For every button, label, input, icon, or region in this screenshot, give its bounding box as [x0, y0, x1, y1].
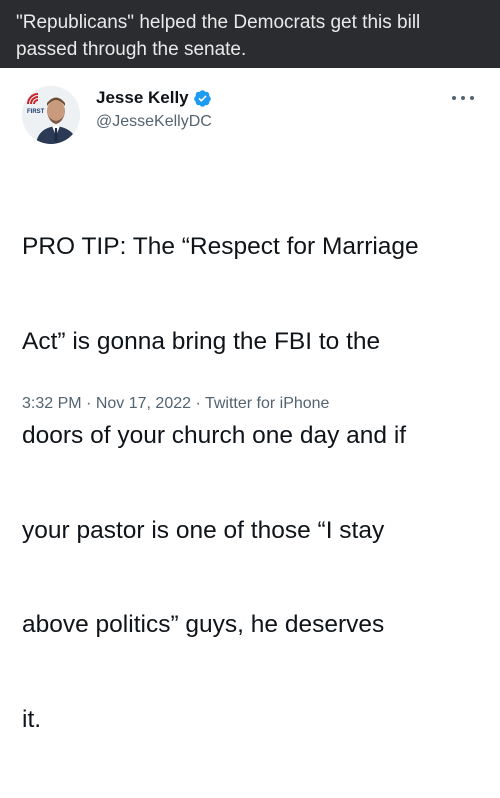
more-options-icon[interactable] [452, 93, 474, 103]
more-dot [452, 96, 456, 100]
tweet-time[interactable]: 3:32 PM [22, 395, 82, 412]
meta-separator: · [195, 395, 201, 412]
more-dot [461, 96, 465, 100]
author-name[interactable]: Jesse Kelly [96, 88, 189, 108]
meta-separator: · [86, 395, 92, 412]
tweet-text: PRO TIP: The “Respect for Marriage Act” … [22, 168, 484, 798]
author-handle[interactable]: @JesseKellyDC [96, 112, 212, 132]
caption-line-2: passed through the senate. [16, 39, 247, 60]
verified-badge-icon [193, 89, 212, 108]
caption-banner: "Republicans" helped the Democrats get t… [0, 0, 500, 68]
avatar-badge-text: FIRST [27, 109, 45, 115]
more-dot [470, 96, 474, 100]
tweet-text-line: above politics” guys, he deserves [22, 611, 385, 638]
tweet-date[interactable]: Nov 17, 2022 [96, 395, 191, 412]
tweet-text-line: it. [22, 705, 42, 733]
caption-line-1: "Republicans" helped the Democrats get t… [16, 12, 421, 33]
avatar-image: FIRST [22, 86, 80, 144]
author-name-row[interactable]: Jesse Kelly [96, 88, 212, 108]
tweet-card: FIRST Jesse Kelly @JesseKellyDC PRO TIP:… [0, 68, 500, 733]
tweet-text-line: Act” is gonna bring the FBI to the [22, 327, 381, 355]
tweet-text-line: doors of your church one day and if [22, 422, 407, 449]
tweet-text-line: PRO TIP: The “Respect for Marriage [22, 233, 419, 260]
tweet-metadata: 3:32 PM · Nov 17, 2022 · Twitter for iPh… [22, 394, 329, 414]
avatar[interactable]: FIRST [22, 86, 80, 144]
tweet-source[interactable]: Twitter for iPhone [205, 395, 330, 412]
tweet-text-line: your pastor is one of those “I stay [22, 516, 385, 544]
